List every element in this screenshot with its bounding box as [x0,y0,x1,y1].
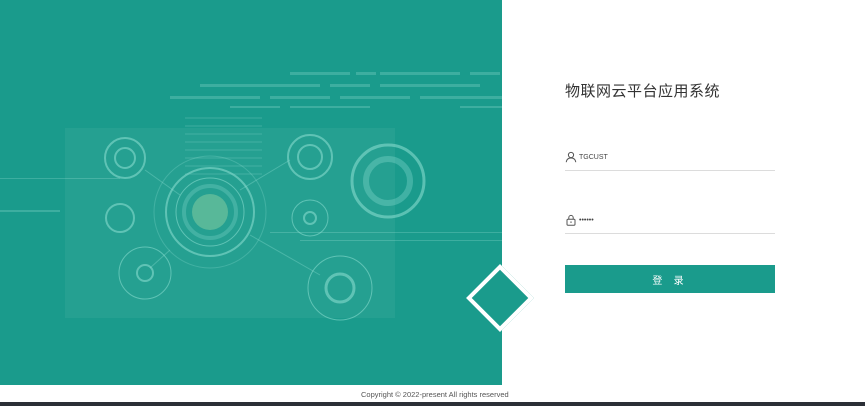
tech-circuit-graphic [0,72,502,321]
hero-illustration [0,0,502,385]
user-icon [565,151,577,163]
username-input[interactable] [579,149,769,165]
bottom-bar [0,402,865,406]
username-field [565,148,775,171]
lock-icon [566,214,576,226]
password-field [565,211,775,234]
page-title: 物联网云平台应用系统 [565,82,721,100]
decorative-diamond [466,264,534,332]
password-input[interactable] [579,212,769,228]
login-button[interactable]: 登 录 [565,265,775,293]
login-panel: 物联网云平台应用系统 登 录 [565,0,775,385]
copyright-footer: Copyright © 2022-present All rights rese… [361,390,509,399]
